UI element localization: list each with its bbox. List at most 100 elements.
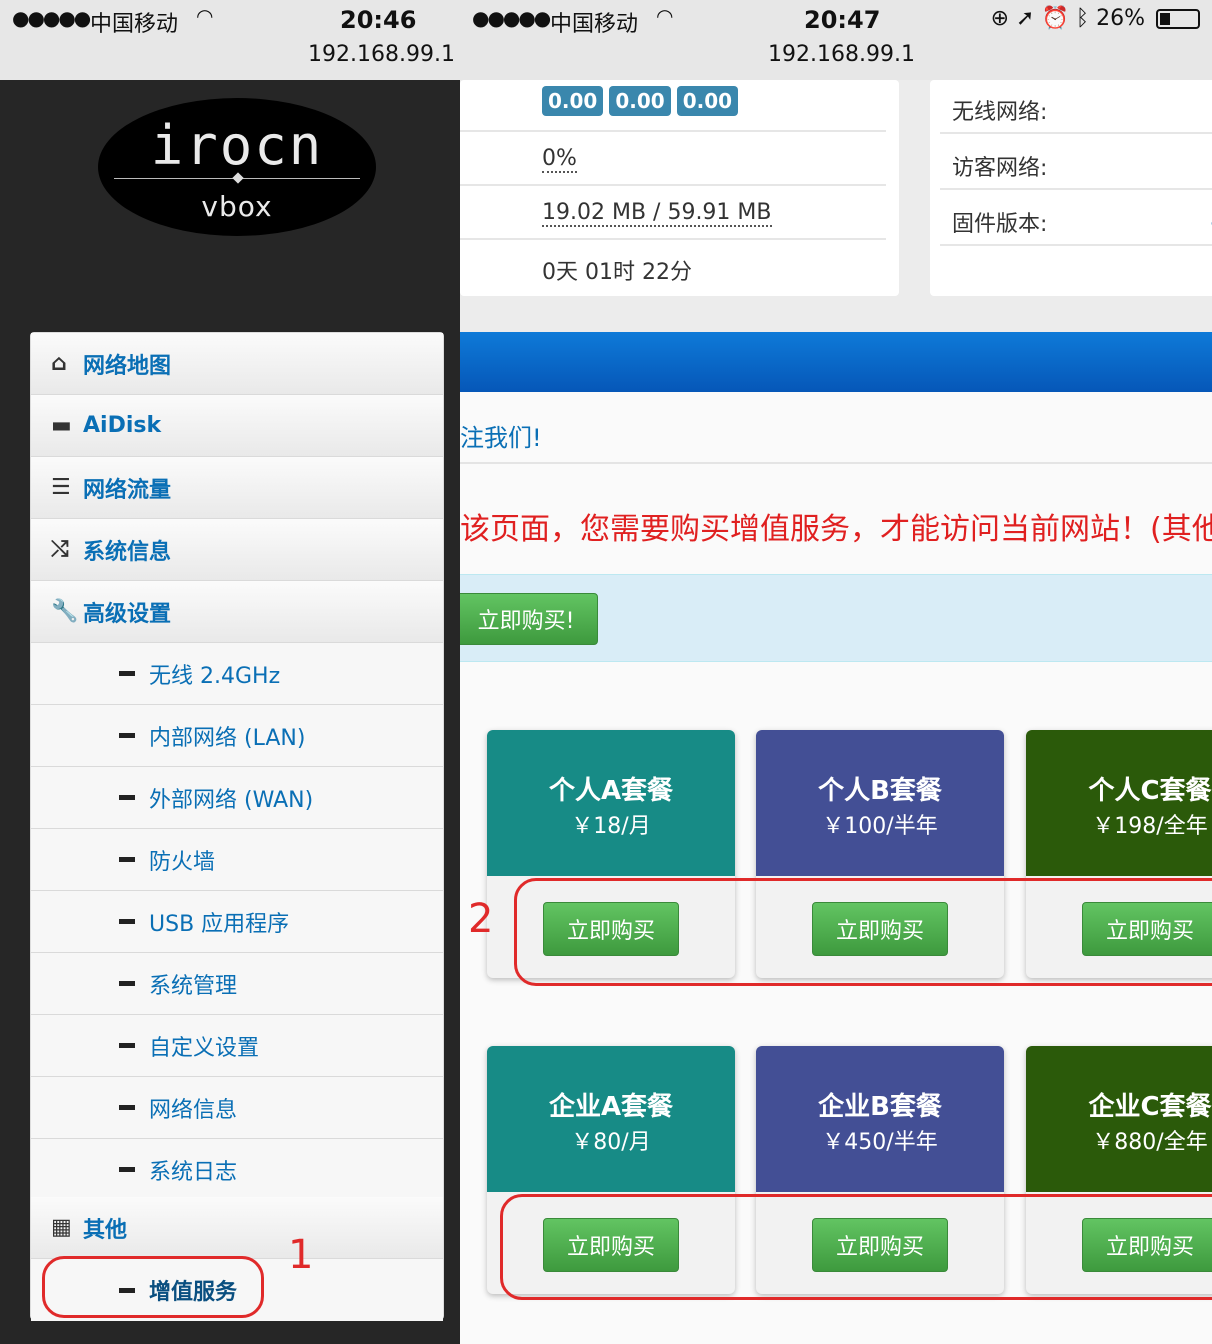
buy-now-button[interactable]: 立即购买! [460,593,598,645]
home-icon: ⌂ [51,351,67,376]
buy-strip: 立即购买! [460,574,1212,662]
dash-icon [119,1043,135,1048]
dash-icon [119,671,135,676]
plan-name: 企业B套餐 [818,1092,942,1122]
menu-label: 防火墙 [149,849,216,875]
plan-price: ￥880/全年 [1092,1130,1208,1155]
load-row: 0.00 0.00 0.00 [460,80,886,132]
dash-icon [119,733,135,738]
load-badge: 0.00 [542,86,604,116]
menu-label: 系统日志 [149,1159,238,1185]
menu-label: 内部网络 (LAN) [149,725,306,751]
load-badge: 0.00 [609,86,671,116]
uptime: 0天 01时 22分 [542,260,692,285]
blue-banner [460,332,1212,392]
menu-label: AiDisk [83,413,162,438]
wifi-icon: ◠ [196,4,214,28]
brand-logo: irocn vbox [98,98,376,236]
menu-item-lan[interactable]: 内部网络 (LAN) [31,705,443,767]
status-icons: ⊕ ➚ ⏰ ᛒ 26% [991,6,1200,31]
load-badge: 0.00 [676,86,739,116]
annotation-frame-1 [42,1256,264,1318]
logo-text: irocn [150,114,324,177]
url-bar[interactable]: 192.168.99.1 [768,42,915,67]
menu-label: 高级设置 [83,601,172,627]
menu-label: 其他 [83,1217,128,1243]
annotation-number-1: 1 [288,1232,314,1278]
wireless-label: 无线网络: [952,100,1048,125]
url-bar[interactable]: 192.168.99.1 [308,42,455,67]
dash-icon [119,795,135,800]
info-panel: 无线网络: 访客网络: 固件版本: 3 [930,80,1212,296]
plan-header: 个人A套餐 ￥18/月 [487,730,735,876]
menu-label: 网络地图 [83,353,172,379]
firmware-row: 固件版本: 3 [940,192,1212,246]
bluetooth-icon: ᛒ [1075,6,1090,31]
plan-name: 个人B套餐 [818,776,942,806]
menu-label: USB 应用程序 [149,911,290,937]
menu-label: 外部网络 (WAN) [149,787,314,813]
clock: 20:46 [340,6,417,34]
battery-icon [1156,9,1200,29]
menu-item-system-info[interactable]: ⤭ 系统信息 [31,519,443,581]
menu-item-usb-apps[interactable]: USB 应用程序 [31,891,443,953]
menu-label: 网络信息 [149,1097,238,1123]
firmware-label: 固件版本: [952,212,1048,237]
carrier-label: 中国移动 [90,12,179,37]
location-icon: ➚ [1016,6,1035,31]
dash-icon [119,919,135,924]
list-icon: ☰ [51,475,71,500]
wireless-row: 无线网络: [940,80,1212,134]
menu-item-advanced[interactable]: 🔧 高级设置 [31,581,443,643]
plan-header: 企业A套餐 ￥80/月 [487,1046,735,1192]
menu-item-admin[interactable]: 系统管理 [31,953,443,1015]
menu-label: 系统管理 [149,973,238,999]
status-bar: ●●●●● 中国移动 ◠ 20:46 192.168.99.1 [0,0,460,80]
menu-item-wireless[interactable]: 无线 2.4GHz [31,643,443,705]
menu-item-aidisk[interactable]: ▬ AiDisk [31,395,443,457]
plan-header: 企业C套餐 ￥880/全年 [1026,1046,1212,1192]
plan-name: 企业A套餐 [548,1092,674,1122]
clock: 20:47 [804,6,881,34]
status-panel: 0.00 0.00 0.00 0% 19.02 MB / 59.91 MB 0天 0… [460,80,899,296]
menu-label: 无线 2.4GHz [149,663,281,689]
plan-price: ￥198/全年 [1092,814,1208,839]
carrier-label: 中国移动 [550,12,639,37]
follow-notice[interactable]: 注我们! [460,404,1212,464]
sidebar-menu: ⌂ 网络地图 ▬ AiDisk ☰ 网络流量 ⤭ 系统信息 🔧 高级设置 无线 … [30,332,444,1321]
memory-usage: 19.02 MB / 59.91 MB [542,200,772,227]
wrench-icon: 🔧 [51,599,79,624]
dash-icon [119,1105,135,1110]
logo-subtext: vbox [201,190,273,223]
plan-header: 企业B套餐 ￥450/半年 [756,1046,1004,1192]
plan-price: ￥100/半年 [822,814,938,839]
memory-row: 19.02 MB / 59.91 MB [460,188,886,240]
status-bar: ●●●●● 中国移动 ◠ 20:47 ⊕ ➚ ⏰ ᛒ 26% 192.168.9… [460,0,1212,80]
grid-icon: ▦ [51,1215,72,1240]
plan-name: 企业C套餐 [1088,1092,1212,1122]
annotation-frame-2b [500,1194,1212,1300]
cpu-row: 0% [460,134,886,186]
plan-price: ￥450/半年 [822,1130,938,1155]
alarm-icon: ⏰ [1041,6,1069,31]
menu-item-firewall[interactable]: 防火墙 [31,829,443,891]
signal-icon: ●●●●● [472,6,551,30]
dash-icon [119,1167,135,1172]
right-screenshot: ●●●●● 中国移动 ◠ 20:47 ⊕ ➚ ⏰ ᛒ 26% 192.168.9… [460,0,1212,1344]
uptime-row: 0天 01时 22分 [460,242,886,294]
plan-name: 个人A套餐 [548,776,674,806]
menu-label: 网络流量 [83,477,172,503]
plan-header: 个人C套餐 ￥198/全年 [1026,730,1212,876]
menu-item-other[interactable]: ▦ 其他 [31,1197,443,1259]
guest-row: 访客网络: [940,136,1212,190]
shuffle-icon: ⤭ [51,537,69,562]
rotation-lock-icon: ⊕ [990,6,1010,31]
menu-item-syslog[interactable]: 系统日志 [31,1139,443,1201]
menu-item-wan[interactable]: 外部网络 (WAN) [31,767,443,829]
menu-item-net-info[interactable]: 网络信息 [31,1077,443,1139]
menu-item-traffic[interactable]: ☰ 网络流量 [31,457,443,519]
menu-item-custom[interactable]: 自定义设置 [31,1015,443,1077]
menu-label: 系统信息 [83,539,172,565]
menu-item-network-map[interactable]: ⌂ 网络地图 [31,333,443,395]
plan-price: ￥80/月 [571,1130,651,1155]
